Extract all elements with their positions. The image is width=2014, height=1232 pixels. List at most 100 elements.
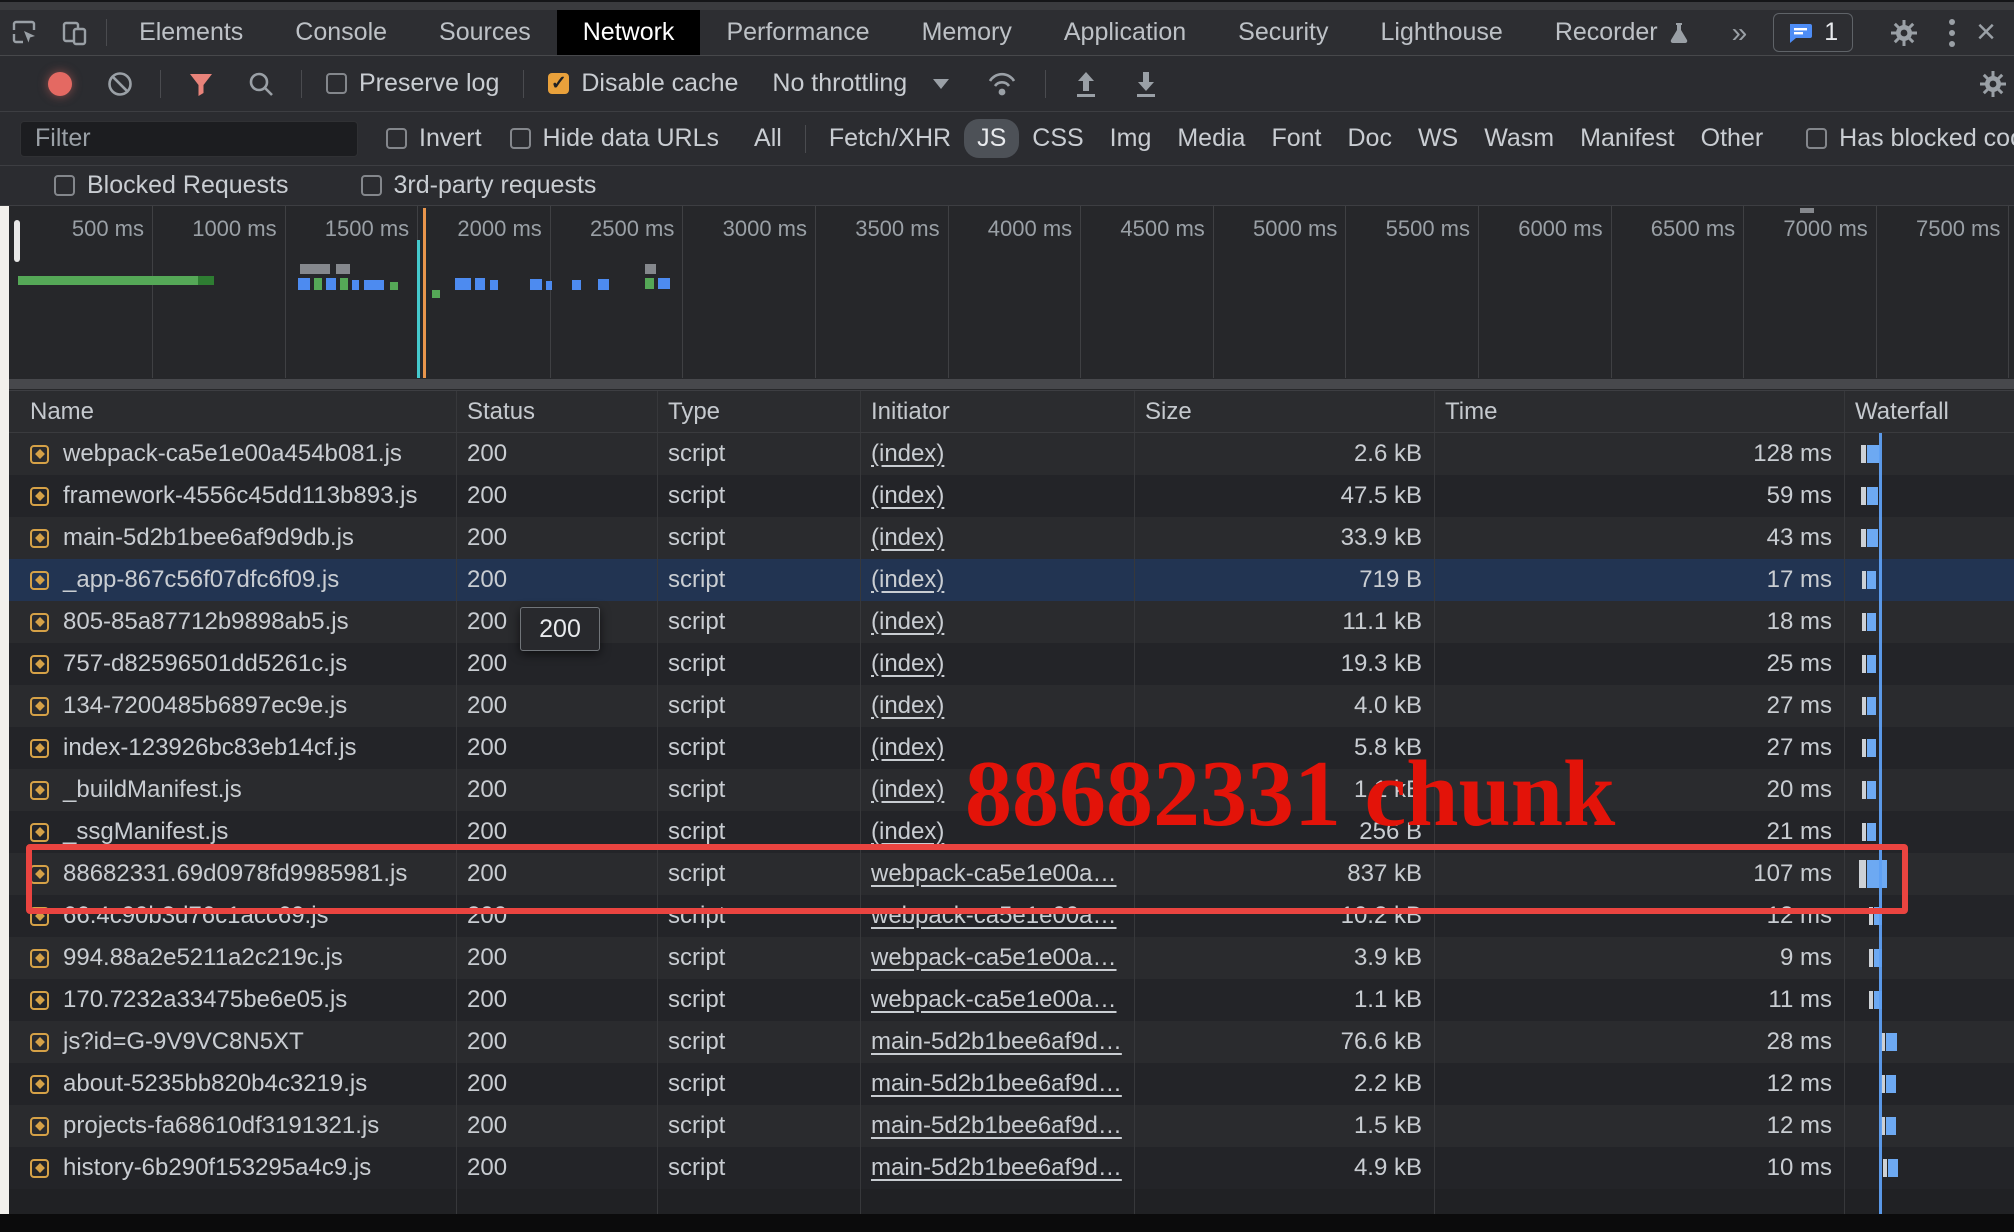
network-overview-timeline[interactable]: 500 ms1000 ms1500 ms2000 ms2500 ms3000 m…: [0, 206, 2014, 391]
invert-checkbox[interactable]: [386, 128, 407, 149]
tab-performance[interactable]: Performance: [700, 10, 895, 55]
filter-type-css[interactable]: CSS: [1019, 119, 1096, 158]
request-initiator-link[interactable]: main-5d2b1bee6af9d…: [871, 1154, 1122, 1182]
filter-type-manifest[interactable]: Manifest: [1567, 119, 1687, 158]
table-row[interactable]: index-123926bc83eb14cf.js 200 script (in…: [0, 727, 2014, 769]
filter-type-media[interactable]: Media: [1164, 119, 1258, 158]
table-row[interactable]: webpack-ca5e1e00a454b081.js 200 script (…: [0, 433, 2014, 475]
filter-input[interactable]: [20, 121, 358, 157]
third-party-requests-control[interactable]: 3rd-party requests: [361, 171, 597, 200]
filter-type-img[interactable]: Img: [1097, 119, 1165, 158]
request-initiator-link[interactable]: main-5d2b1bee6af9d…: [871, 1028, 1122, 1056]
column-header-time[interactable]: Time: [1435, 391, 1845, 432]
column-header-size[interactable]: Size: [1135, 391, 1435, 432]
request-initiator-link[interactable]: webpack-ca5e1e00a…: [871, 860, 1117, 888]
column-header-type[interactable]: Type: [658, 391, 861, 432]
hide-data-urls-control[interactable]: Hide data URLs: [510, 124, 719, 153]
throttling-select[interactable]: No throttling: [772, 69, 949, 98]
tab-application[interactable]: Application: [1038, 10, 1212, 55]
tab-elements[interactable]: Elements: [113, 10, 269, 55]
overview-scrollbar[interactable]: [0, 379, 2014, 389]
table-row[interactable]: 66.4c90b3d76c1acc69.js 200 script webpac…: [0, 895, 2014, 937]
filter-type-doc[interactable]: Doc: [1334, 119, 1404, 158]
table-row[interactable]: 88682331.69d0978fd9985981.js 200 script …: [0, 853, 2014, 895]
kebab-menu-icon[interactable]: [1932, 17, 1972, 49]
has-blocked-cookies-checkbox[interactable]: [1806, 128, 1827, 149]
blocked-requests-checkbox[interactable]: [54, 175, 75, 196]
table-row[interactable]: 994.88a2e5211a2c219c.js 200 script webpa…: [0, 937, 2014, 979]
column-header-status[interactable]: Status: [457, 391, 658, 432]
tab-security[interactable]: Security: [1212, 10, 1354, 55]
disable-cache-checkbox[interactable]: ✓: [548, 73, 569, 94]
request-initiator-link[interactable]: (index): [871, 650, 944, 678]
tab-lighthouse[interactable]: Lighthouse: [1354, 10, 1528, 55]
request-initiator-link[interactable]: (index): [871, 482, 944, 510]
tab-recorder[interactable]: Recorder: [1529, 10, 1716, 55]
inspect-element-icon[interactable]: [0, 10, 50, 55]
filter-type-all[interactable]: All: [741, 119, 795, 158]
table-row[interactable]: framework-4556c45dd113b893.js 200 script…: [0, 475, 2014, 517]
filter-type-js[interactable]: JS: [964, 119, 1019, 158]
tab-sources[interactable]: Sources: [413, 10, 557, 55]
request-initiator-link[interactable]: (index): [871, 776, 944, 804]
filter-type-ws[interactable]: WS: [1405, 119, 1471, 158]
request-initiator-link[interactable]: main-5d2b1bee6af9d…: [871, 1112, 1122, 1140]
disable-cache-control[interactable]: ✓ Disable cache: [548, 69, 738, 98]
requests-table-header[interactable]: NameStatusTypeInitiatorSizeTimeWaterfall: [0, 391, 2014, 433]
request-initiator-link[interactable]: (index): [871, 566, 944, 594]
close-devtools-icon[interactable]: ×: [1972, 13, 2006, 52]
table-row[interactable]: _ssgManifest.js 200 script (index) 256 B…: [0, 811, 2014, 853]
request-initiator-link[interactable]: (index): [871, 734, 944, 762]
filter-type-font[interactable]: Font: [1258, 119, 1334, 158]
preserve-log-control[interactable]: Preserve log: [326, 69, 499, 98]
search-icon[interactable]: [247, 70, 275, 98]
table-row[interactable]: 170.7232a33475be6e05.js 200 script webpa…: [0, 979, 2014, 1021]
more-tabs-icon[interactable]: »: [1716, 17, 1764, 49]
filter-type-wasm[interactable]: Wasm: [1471, 119, 1567, 158]
tab-console[interactable]: Console: [269, 10, 413, 55]
request-initiator-link[interactable]: main-5d2b1bee6af9d…: [871, 1070, 1122, 1098]
issues-counter-button[interactable]: 1: [1773, 13, 1853, 52]
request-initiator-link[interactable]: (index): [871, 818, 944, 846]
has-blocked-cookies-control[interactable]: Has blocked cookies: [1806, 124, 2014, 153]
table-row[interactable]: _buildManifest.js 200 script (index) 1.1…: [0, 769, 2014, 811]
table-row[interactable]: js?id=G-9V9VC8N5XT 200 script main-5d2b1…: [0, 1021, 2014, 1063]
clear-network-log-icon[interactable]: [106, 70, 134, 98]
request-initiator-link[interactable]: (index): [871, 524, 944, 552]
column-header-waterfall[interactable]: Waterfall: [1845, 391, 2014, 432]
table-row[interactable]: 805-85a87712b9898ab5.js 200 script (inde…: [0, 601, 2014, 643]
request-initiator-link[interactable]: (index): [871, 692, 944, 720]
table-row[interactable]: projects-fa68610df3191321.js 200 script …: [0, 1105, 2014, 1147]
request-initiator-link[interactable]: webpack-ca5e1e00a…: [871, 986, 1117, 1014]
filter-funnel-icon[interactable]: [187, 70, 215, 98]
export-har-icon[interactable]: [1132, 69, 1160, 99]
filter-type-other[interactable]: Other: [1688, 119, 1777, 158]
request-initiator-link[interactable]: webpack-ca5e1e00a…: [871, 944, 1117, 972]
blocked-requests-control[interactable]: Blocked Requests: [54, 171, 289, 200]
record-network-log-button[interactable]: [48, 72, 72, 96]
hide-data-urls-checkbox[interactable]: [510, 128, 531, 149]
table-row[interactable]: history-6b290f153295a4c9.js 200 script m…: [0, 1147, 2014, 1189]
request-initiator-link[interactable]: webpack-ca5e1e00a…: [871, 902, 1117, 930]
import-har-icon[interactable]: [1072, 69, 1100, 99]
settings-gear-icon[interactable]: [1876, 18, 1932, 48]
network-conditions-icon[interactable]: [985, 69, 1019, 99]
column-header-name[interactable]: Name: [0, 391, 457, 432]
overview-drag-handle[interactable]: [14, 220, 20, 262]
column-header-initiator[interactable]: Initiator: [861, 391, 1135, 432]
third-party-requests-checkbox[interactable]: [361, 175, 382, 196]
network-settings-gear-icon[interactable]: [1978, 69, 2008, 99]
table-row[interactable]: 134-7200485b6897ec9e.js 200 script (inde…: [0, 685, 2014, 727]
table-row[interactable]: 757-d82596501dd5261c.js 200 script (inde…: [0, 643, 2014, 685]
request-initiator-link[interactable]: (index): [871, 608, 944, 636]
table-row[interactable]: about-5235bb820b4c3219.js 200 script mai…: [0, 1063, 2014, 1105]
request-initiator-link[interactable]: (index): [871, 440, 944, 468]
preserve-log-checkbox[interactable]: [326, 73, 347, 94]
table-row[interactable]: _app-867c56f07dfc6f09.js 200 script (ind…: [0, 559, 2014, 601]
table-row[interactable]: main-5d2b1bee6af9d9db.js 200 script (ind…: [0, 517, 2014, 559]
tab-network[interactable]: Network: [557, 10, 701, 55]
tab-memory[interactable]: Memory: [896, 10, 1038, 55]
invert-control[interactable]: Invert: [386, 124, 482, 153]
device-toolbar-icon[interactable]: [50, 10, 100, 55]
filter-type-fetch-xhr[interactable]: Fetch/XHR: [816, 119, 964, 158]
